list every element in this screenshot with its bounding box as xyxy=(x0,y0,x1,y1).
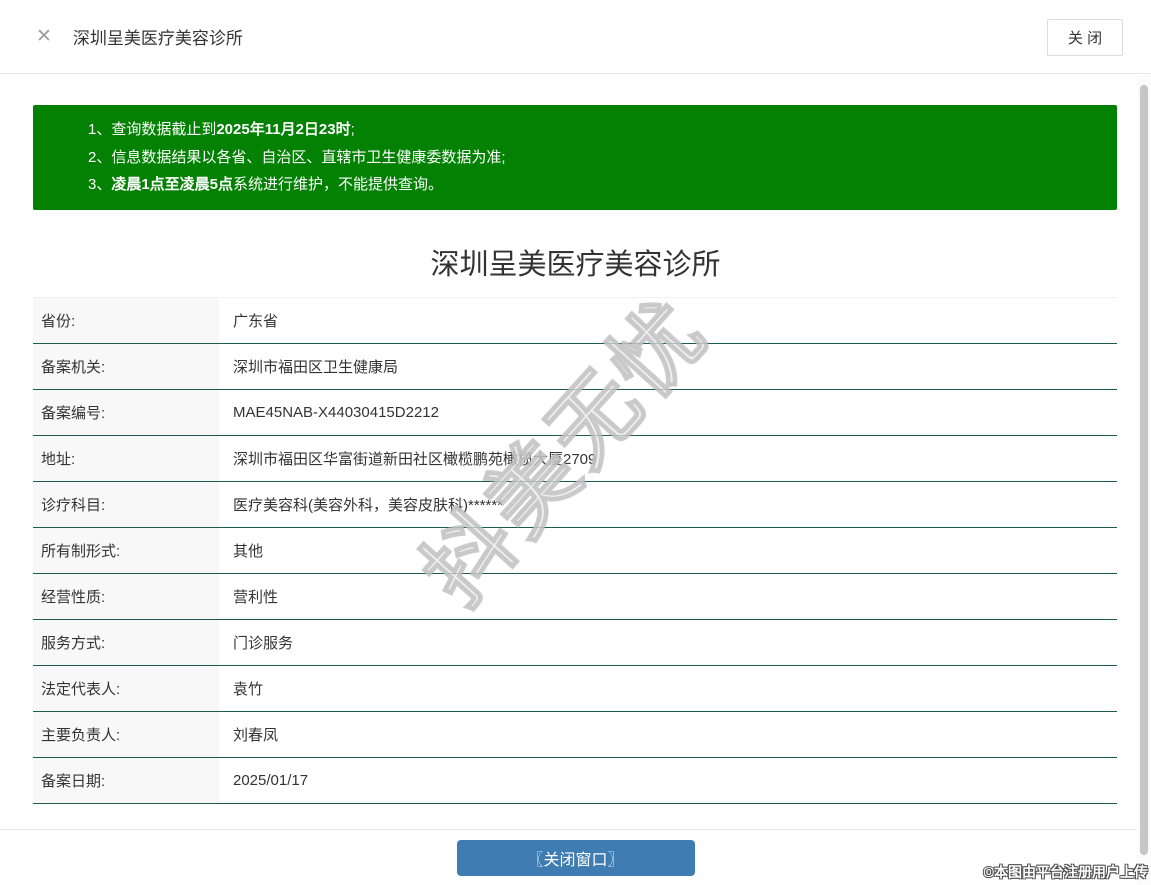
table-row: 备案机关: 深圳市福田区卫生健康局 xyxy=(33,343,1117,390)
field-value: 营利性 xyxy=(233,588,279,606)
field-label: 经营性质: xyxy=(33,573,219,619)
table-row: 服务方式: 门诊服务 xyxy=(33,619,1117,666)
notice-line: 3、凌晨1点至凌晨5点系统进行维护，不能提供查询。 xyxy=(88,176,444,193)
scrollbar-track[interactable] xyxy=(1137,75,1151,885)
field-value: 刘春凤 xyxy=(233,726,279,744)
field-label: 备案编号: xyxy=(33,389,219,435)
field-label: 主要负责人: xyxy=(33,711,219,757)
field-label: 诊疗科目: xyxy=(33,481,219,527)
close-window-button[interactable]: 〖关闭窗口〗 xyxy=(456,839,695,876)
field-label: 所有制形式: xyxy=(33,527,219,573)
close-icon[interactable]: ✕ xyxy=(36,27,52,46)
field-value: 门诊服务 xyxy=(233,634,294,652)
notice-line: 1、查询数据截止到2025年11月2日23时; xyxy=(88,121,355,138)
field-value: 袁竹 xyxy=(233,680,264,698)
field-label: 备案日期: xyxy=(33,757,219,803)
footer-divider xyxy=(0,828,1151,830)
scrollbar-thumb[interactable] xyxy=(1140,85,1148,855)
field-value: 医疗美容科(美容外科，美容皮肤科)****** xyxy=(233,496,504,514)
field-label: 服务方式: xyxy=(33,619,219,665)
close-button[interactable]: 关 闭 xyxy=(1047,19,1123,56)
notice-box: 1、查询数据截止到2025年11月2日23时; 2、信息数据结果以各省、自治区、直… xyxy=(33,105,1117,210)
table-row: 经营性质: 营利性 xyxy=(33,573,1117,620)
field-label: 省份: xyxy=(33,297,219,343)
field-value: 其他 xyxy=(233,542,264,560)
table-row: 所有制形式: 其他 xyxy=(33,527,1117,574)
window-title: 深圳呈美医疗美容诊所 xyxy=(72,29,243,48)
notice-line: 2、信息数据结果以各省、自治区、直辖市卫生健康委数据为准; xyxy=(88,148,506,166)
main-content: 1、查询数据截止到2025年11月2日23时; 2、信息数据结果以各省、自治区、直… xyxy=(0,105,1151,876)
field-label: 法定代表人: xyxy=(33,665,219,711)
field-value: 广东省 xyxy=(233,312,279,330)
table-row: 主要负责人: 刘春凤 xyxy=(33,711,1117,758)
field-label: 备案机关: xyxy=(33,343,219,389)
field-value: 深圳市福田区卫生健康局 xyxy=(233,358,399,376)
field-value: 2025/01/17 xyxy=(233,771,309,789)
field-label: 地址: xyxy=(33,435,219,481)
field-value: 深圳市福田区华富街道新田社区橄榄鹏苑橄榄大厦2709 xyxy=(233,450,597,468)
table-row: 备案编号: MAE45NAB-X44030415D2212 xyxy=(33,389,1117,436)
table-row: 备案日期: 2025/01/17 xyxy=(33,757,1117,804)
table-row: 法定代表人: 袁竹 xyxy=(33,665,1117,712)
table-row: 诊疗科目: 医疗美容科(美容外科，美容皮肤科)****** xyxy=(33,481,1117,528)
footer-area: 〖关闭窗口〗 xyxy=(0,839,1151,876)
info-table: 省份: 广东省 备案机关: 深圳市福田区卫生健康局 备案编号: MAE45NAB-X440… xyxy=(33,296,1117,804)
page: ✕ 深圳呈美医疗美容诊所 关 闭 1、查询数据截止到2025年11月2日23时;… xyxy=(0,0,1151,885)
copyright-watermark: ©本图由平台注册用户上传 xyxy=(983,864,1148,880)
window-header: ✕ 深圳呈美医疗美容诊所 关 闭 xyxy=(0,0,1151,74)
clinic-name-title: 深圳呈美医疗美容诊所 xyxy=(430,248,721,281)
table-row: 地址: 深圳市福田区华富街道新田社区橄榄鹏苑橄榄大厦2709 xyxy=(33,435,1117,482)
field-value: MAE45NAB-X44030415D2212 xyxy=(233,403,439,421)
table-row: 省份: 广东省 xyxy=(33,297,1117,344)
